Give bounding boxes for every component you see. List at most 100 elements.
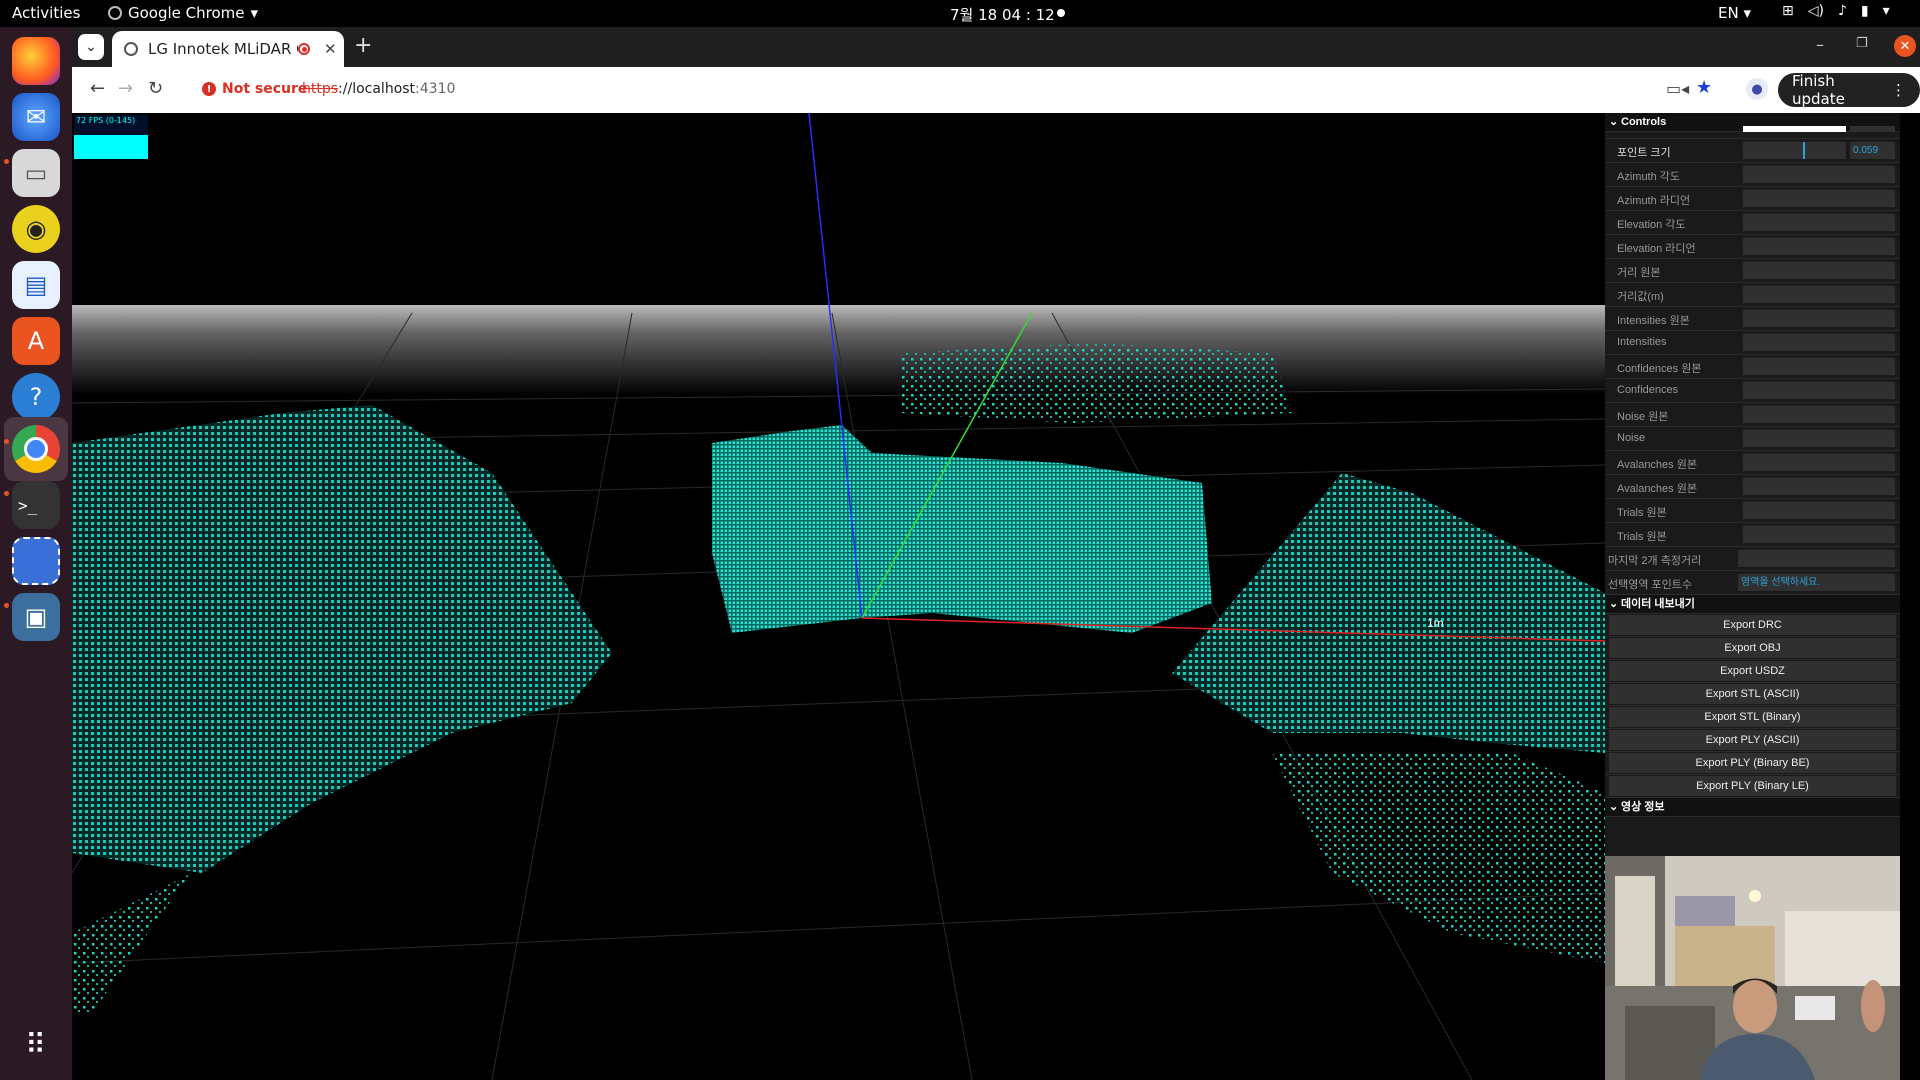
export-button[interactable]: Export DRC (1609, 615, 1896, 635)
readout-field[interactable] (1743, 214, 1895, 231)
camera-in-use-icon[interactable]: ▭◂ (1666, 79, 1689, 98)
point-cloud-scene[interactable]: 1m (72, 113, 1605, 1080)
app-center-icon[interactable]: A (12, 317, 60, 365)
readout-row: Trials 원본 (1605, 499, 1900, 523)
readout-field[interactable] (1743, 382, 1895, 399)
export-button[interactable]: Export OBJ (1609, 638, 1896, 658)
readout-field[interactable] (1743, 454, 1895, 471)
video-folder-title: 영상 정보 (1621, 801, 1665, 813)
selected-points-field[interactable]: 영역을 선택하세요. (1738, 574, 1895, 591)
point-cloud-right-ground (1272, 753, 1605, 963)
forward-icon[interactable]: → (118, 78, 133, 99)
export-button[interactable]: Export PLY (ASCII) (1609, 730, 1896, 750)
battery-icon: ▮ (1860, 3, 1869, 19)
export-button[interactable]: Export PLY (Binary BE) (1609, 753, 1896, 773)
tab-lidar-viewer[interactable]: LG Innotek MLiDAR C ✕ (112, 31, 344, 67)
point-size-row[interactable]: 포인트 크기 0.059 (1605, 139, 1900, 163)
new-tab-button[interactable]: + (354, 33, 372, 58)
readout-row: Intensities 원본 (1605, 307, 1900, 331)
terminal-icon[interactable]: >_ (12, 481, 60, 529)
rhythmbox-icon[interactable]: ◉ (12, 205, 60, 253)
export-button[interactable]: Export PLY (Binary LE) (1609, 776, 1896, 796)
clock[interactable]: 7월 18 04 : 12 (950, 4, 1055, 25)
readout-label: Trials 원본 (1617, 531, 1667, 543)
help-icon[interactable]: ? (12, 373, 60, 421)
readout-field[interactable] (1743, 286, 1895, 303)
back-icon[interactable]: ← (90, 78, 105, 99)
readout-field[interactable] (1743, 502, 1895, 519)
tab-search-button[interactable]: ⌄ (78, 34, 104, 60)
security-chip[interactable]: ! Not secure (202, 81, 307, 97)
readout-field[interactable] (1743, 334, 1895, 351)
readout-label: Confidences (1617, 384, 1679, 396)
export-folder-header[interactable]: ⌄ 데이터 내보내기 (1605, 595, 1900, 614)
selected-points-label: 선택영역 포인트수 (1608, 579, 1693, 591)
address-bar[interactable]: ! Not secure https://localhost:4310 (192, 73, 1732, 107)
running-indicator (4, 439, 9, 444)
readout-row: Trials 원본 (1605, 523, 1900, 547)
readout-field[interactable] (1743, 238, 1895, 255)
controls-panel[interactable]: ⌄ Controls 포인트 크기 0.059 Azimuth 각도 Azimuth… (1605, 113, 1900, 1080)
restore-icon[interactable]: ❐ (1856, 36, 1868, 51)
readout-field[interactable] (1743, 190, 1895, 207)
slider-knob[interactable] (1803, 142, 1805, 159)
color-swatch[interactable] (1743, 126, 1846, 132)
export-button-row: Export PLY (Binary LE) (1605, 775, 1900, 798)
screenshot-icon[interactable] (12, 537, 60, 585)
readout-label: Avalanches 원본 (1617, 483, 1697, 495)
reload-icon[interactable]: ↻ (148, 78, 163, 99)
finish-update-button[interactable]: Finish update ⋮ (1778, 72, 1920, 108)
export-button[interactable]: Export STL (ASCII) (1609, 684, 1896, 704)
readout-field[interactable] (1743, 262, 1895, 279)
export-button-row: Export PLY (ASCII) (1605, 729, 1900, 752)
writer-icon[interactable]: ▤ (12, 261, 60, 309)
readout-row: Confidences (1605, 379, 1900, 403)
video-folder-header[interactable]: ⌄ 영상 정보 (1605, 798, 1900, 817)
export-button-row: Export STL (Binary) (1605, 706, 1900, 729)
point-cloud-right-wall (1172, 473, 1605, 753)
minimize-icon[interactable]: – (1816, 35, 1824, 54)
readout-label: Elevation 라디언 (1617, 243, 1696, 255)
export-button-row: Export USDZ (1605, 660, 1900, 683)
remote-desktop-icon[interactable]: ▣ (12, 593, 60, 641)
point-cloud-center-structure (712, 425, 1212, 633)
bookmark-star-icon[interactable]: ★ (1696, 77, 1712, 98)
axis-scale-label: 1m (1427, 616, 1444, 630)
export-button[interactable]: Export STL (Binary) (1609, 707, 1896, 727)
panel-scrollbar[interactable] (1900, 113, 1920, 1080)
readout-field[interactable] (1743, 166, 1895, 183)
point-color-row[interactable] (1605, 126, 1900, 139)
readout-field[interactable] (1743, 526, 1895, 543)
readout-field[interactable] (1743, 478, 1895, 495)
activities-button[interactable]: Activities (12, 4, 80, 22)
point-size-slider[interactable] (1743, 142, 1846, 159)
app-menu[interactable]: Google Chrome ▾ (108, 4, 258, 22)
point-size-value[interactable]: 0.059 (1850, 142, 1895, 159)
export-folder-title: 데이터 내보내기 (1621, 598, 1695, 610)
url-text: https://localhost:4310 (302, 81, 455, 97)
system-tray[interactable]: ⊞ ◁) ♪ ▮ ▾ (1782, 3, 1890, 19)
profile-avatar-icon[interactable]: ● (1746, 78, 1768, 100)
last-measure-field[interactable] (1738, 550, 1895, 567)
files-icon[interactable]: ▭ (12, 149, 60, 197)
firefox-icon[interactable] (12, 37, 60, 85)
chrome-icon[interactable] (12, 425, 60, 473)
point-cloud-viewport[interactable]: 1m 72 FPS (0-145) (72, 113, 1605, 1080)
readout-label: Azimuth 각도 (1617, 171, 1681, 183)
readout-field[interactable] (1743, 430, 1895, 447)
close-window-icon[interactable]: ✕ (1894, 35, 1916, 57)
input-language-menu[interactable]: EN ▾ (1718, 4, 1751, 22)
close-icon[interactable]: ✕ (324, 40, 337, 58)
export-button-row: Export OBJ (1605, 637, 1900, 660)
readout-field[interactable] (1743, 406, 1895, 423)
show-apps-icon[interactable]: ⠿ (12, 1020, 60, 1068)
readout-field[interactable] (1743, 310, 1895, 327)
recording-indicator-icon (1057, 9, 1065, 17)
fps-stats-panel[interactable]: 72 FPS (0-145) (74, 115, 148, 159)
last-measure-label: 마지막 2개 측정거리 (1608, 555, 1702, 567)
thunderbird-icon[interactable]: ✉ (12, 93, 60, 141)
export-button[interactable]: Export USDZ (1609, 661, 1896, 681)
color-value-field[interactable] (1850, 126, 1895, 132)
readout-field[interactable] (1743, 358, 1895, 375)
volume-icon: ◁) (1807, 3, 1824, 19)
